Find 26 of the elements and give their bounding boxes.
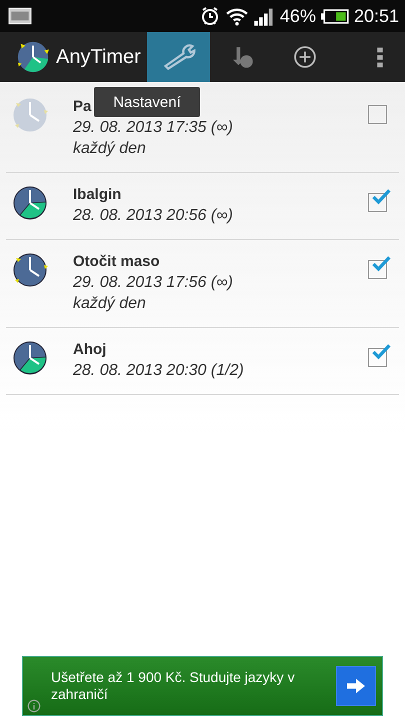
arrow-icon bbox=[345, 677, 367, 695]
wifi-icon bbox=[226, 6, 248, 26]
timer-date: 29. 08. 2013 17:56 (∞) bbox=[73, 273, 234, 293]
timer-date: 28. 08. 2013 20:30 (1/2) bbox=[73, 361, 245, 381]
timer-title: Ibalgin bbox=[73, 185, 122, 205]
app-title: AnyTimer bbox=[56, 46, 142, 68]
settings-button[interactable] bbox=[147, 32, 210, 82]
signal-icon bbox=[252, 6, 275, 26]
image-icon bbox=[8, 7, 32, 25]
ad-text: Ušetřete až 1 900 Kč. Studujte jazyky v zahraničí bbox=[51, 669, 296, 703]
timer-title: Ahoj bbox=[73, 340, 106, 360]
battery-icon bbox=[320, 8, 349, 24]
clock-time: 20:51 bbox=[354, 6, 399, 26]
ad-banner[interactable]: Ušetřete až 1 900 Kč. Studujte jazyky v zahraničí bbox=[22, 656, 383, 716]
clock-icon[interactable] bbox=[16, 40, 50, 74]
timer-date: 29. 08. 2013 17:35 (∞) bbox=[73, 118, 234, 138]
timer-repeat: každý den bbox=[73, 294, 147, 314]
timer-title: Pa bbox=[73, 97, 92, 117]
arrow-button[interactable] bbox=[336, 666, 376, 706]
timer-repeat: každý den bbox=[73, 139, 147, 159]
timer-date: 28. 08. 2013 20:56 (∞) bbox=[73, 206, 234, 226]
tooltip: Nastavení bbox=[94, 87, 200, 117]
timer-title: Otočit maso bbox=[73, 252, 160, 272]
battery-percentage: 46% bbox=[280, 6, 316, 26]
info-icon[interactable] bbox=[27, 699, 41, 713]
checkbox[interactable] bbox=[368, 105, 387, 124]
